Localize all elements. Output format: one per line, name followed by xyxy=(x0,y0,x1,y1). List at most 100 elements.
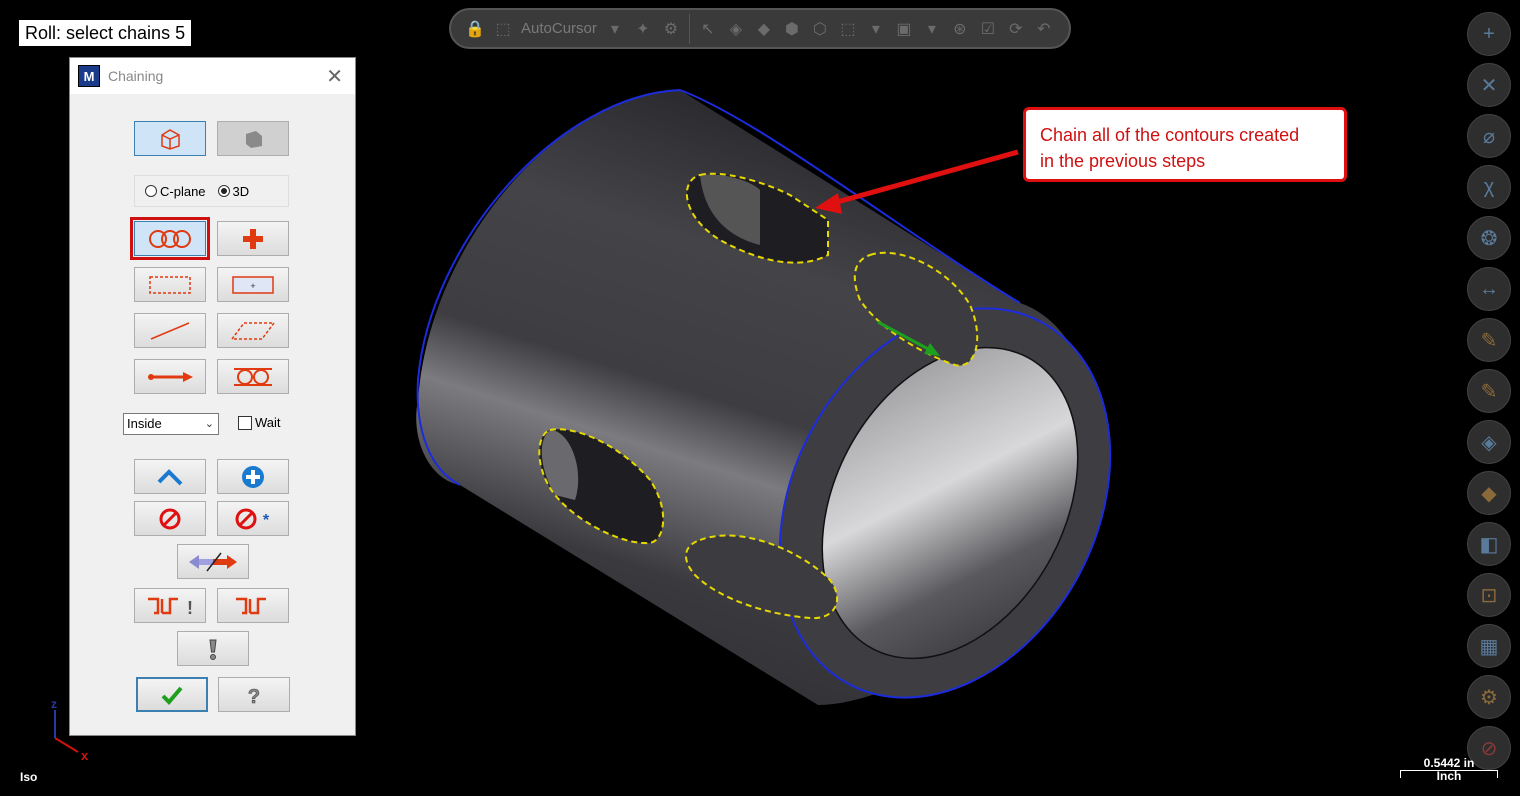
svg-text:!: ! xyxy=(187,598,193,618)
wait-checkbox-box[interactable] xyxy=(238,415,252,430)
solid-select-icon[interactable]: ◈ xyxy=(726,19,746,39)
quick-toolbar: 🔒 ⬚ AutoCursor ▾ ✦ ⚙ ↖ ◈ ◆ ⬢ ⬡ ⬚ ▾ ▣ ▾ ⊛… xyxy=(449,8,1071,49)
help-button[interactable]: ? xyxy=(218,677,290,712)
solid-mode-button[interactable] xyxy=(217,121,289,156)
chevron-down-icon[interactable]: ▾ xyxy=(605,19,625,39)
exclamation-icon xyxy=(209,639,217,660)
prohibit-star-icon: * xyxy=(235,508,270,529)
dashed-window-icon xyxy=(149,275,191,294)
chevron-down-icon: ⌄ xyxy=(204,418,214,430)
rectangle-select-icon[interactable]: ▣ xyxy=(894,19,914,39)
area-icon: + xyxy=(232,275,274,294)
chevron-down-icon[interactable]: ▾ xyxy=(866,19,886,39)
chain-icon xyxy=(149,229,191,248)
right-toolbar: + ✕ ⌀ χ ❂ ↔ ✎ ✎ ◈ ◆ ◧ ⊡ ▦ ⚙ ⊘ xyxy=(1467,12,1513,777)
view-name: Iso xyxy=(20,770,38,784)
dialog-titlebar[interactable]: M Chaining ✕ xyxy=(70,58,355,94)
question-icon: ? xyxy=(248,685,261,707)
status-prompt: Roll: select chains 5 xyxy=(18,19,193,47)
chaining-dialog: M Chaining ✕ C-plane 3D + Inside ⌄ Wait … xyxy=(69,57,356,736)
region-select[interactable]: Inside ⌄ xyxy=(123,413,219,435)
svg-text:*: * xyxy=(263,512,270,529)
settings-gear-icon[interactable]: ⚙ xyxy=(1467,675,1511,719)
unselect-button[interactable] xyxy=(134,459,206,494)
callout-line-1: Chain all of the contours created xyxy=(1040,125,1300,145)
polygon-button[interactable] xyxy=(217,313,289,348)
single-button[interactable] xyxy=(134,313,206,348)
gear-icon[interactable]: ⚙ xyxy=(661,19,681,39)
undo-arrow-icon xyxy=(157,468,183,485)
window-select-icon[interactable]: ⬚ xyxy=(838,19,858,39)
scale-readout: 0.5442 in Inch xyxy=(1400,757,1498,783)
dialog-title: Chaining xyxy=(108,68,164,84)
verify-icon[interactable]: ☑ xyxy=(978,19,998,39)
plane-mode-group: C-plane 3D xyxy=(134,175,289,207)
reverse-button[interactable] xyxy=(177,544,249,579)
partial-chain-icon xyxy=(234,367,272,386)
chain-shape-button[interactable] xyxy=(217,588,289,623)
line-icon xyxy=(150,321,190,340)
face-select-icon[interactable]: ◆ xyxy=(754,19,774,39)
solid-view-icon[interactable]: ◈ xyxy=(1467,420,1511,464)
chevron-down-icon[interactable]: ▾ xyxy=(922,19,942,39)
cplane-radio[interactable]: C-plane xyxy=(145,184,206,199)
clear-all-button[interactable]: * xyxy=(217,501,289,536)
mastercam-logo-icon: M xyxy=(78,65,100,87)
end-selection-button[interactable] xyxy=(134,501,206,536)
options-chain-button[interactable]: ! xyxy=(134,588,206,623)
lock-icon[interactable]: 🔒 xyxy=(465,19,485,39)
refresh-icon[interactable]: ⟳ xyxy=(1006,19,1026,39)
tool-icon[interactable]: ✎ xyxy=(1467,318,1511,362)
wait-label: Wait xyxy=(255,415,281,430)
callout-line-2: in the previous steps xyxy=(1040,151,1206,171)
blue-plus-icon xyxy=(242,465,264,488)
add-chain-button[interactable] xyxy=(217,459,289,494)
dimension-icon[interactable]: ↔ xyxy=(1467,267,1511,311)
region-select-value: Inside xyxy=(127,416,162,431)
3d-radio-dot xyxy=(220,188,227,194)
diameter-icon[interactable]: ⌀ xyxy=(1467,114,1511,158)
group-icon[interactable]: ⊡ xyxy=(1467,573,1511,617)
area-button[interactable]: + xyxy=(217,267,289,302)
pointer-icon[interactable]: ↖ xyxy=(698,19,718,39)
spark-icon[interactable]: ✦ xyxy=(633,19,653,39)
verify-button[interactable] xyxy=(177,631,249,666)
ok-button[interactable] xyxy=(136,677,208,712)
stock-icon[interactable]: ◆ xyxy=(1467,471,1511,515)
annotation-callout: Chain all of the contours created in the… xyxy=(1023,107,1347,182)
filter-icon[interactable]: ⊛ xyxy=(950,19,970,39)
cursor-icon[interactable]: ⬚ xyxy=(493,19,513,39)
snap-point-icon[interactable]: ✕ xyxy=(1467,63,1511,107)
svg-text:?: ? xyxy=(248,686,260,707)
partial-button[interactable] xyxy=(217,359,289,394)
box-select-icon[interactable]: ⬡ xyxy=(810,19,830,39)
solid-cube-icon xyxy=(246,130,262,148)
body-select-icon[interactable]: ⬢ xyxy=(782,19,802,39)
layer-icon[interactable]: ◧ xyxy=(1467,522,1511,566)
cplane-radio-circle xyxy=(145,185,157,197)
window-button[interactable] xyxy=(134,267,206,302)
tool-alt-icon[interactable]: ✎ xyxy=(1467,369,1511,413)
vector-button[interactable] xyxy=(134,359,206,394)
prohibit-icon xyxy=(159,508,181,529)
cplane-label: C-plane xyxy=(160,183,206,199)
open-chain-warning-icon: ! xyxy=(148,597,193,618)
plus-point-icon xyxy=(243,228,263,249)
point-button[interactable] xyxy=(217,221,289,256)
curve-icon[interactable]: χ xyxy=(1467,165,1511,209)
add-icon[interactable]: + xyxy=(1467,12,1511,56)
view-cube-icon[interactable]: ❂ xyxy=(1467,216,1511,260)
axis-x-label: x xyxy=(81,748,89,763)
undo-select-icon[interactable]: ↶ xyxy=(1034,19,1054,39)
chain-button[interactable] xyxy=(130,217,210,260)
wait-checkbox[interactable]: Wait xyxy=(238,415,281,430)
svg-text:+: + xyxy=(250,281,255,291)
close-icon[interactable]: ✕ xyxy=(326,64,343,89)
toolbar-divider xyxy=(688,13,690,44)
wireframe-mode-button[interactable] xyxy=(134,121,206,156)
parallelogram-icon xyxy=(230,321,276,340)
3d-radio[interactable]: 3D xyxy=(217,184,249,199)
axis-z-label: z xyxy=(51,697,57,711)
grid-icon[interactable]: ▦ xyxy=(1467,624,1511,668)
autocursor-dropdown[interactable]: AutoCursor xyxy=(521,20,597,37)
